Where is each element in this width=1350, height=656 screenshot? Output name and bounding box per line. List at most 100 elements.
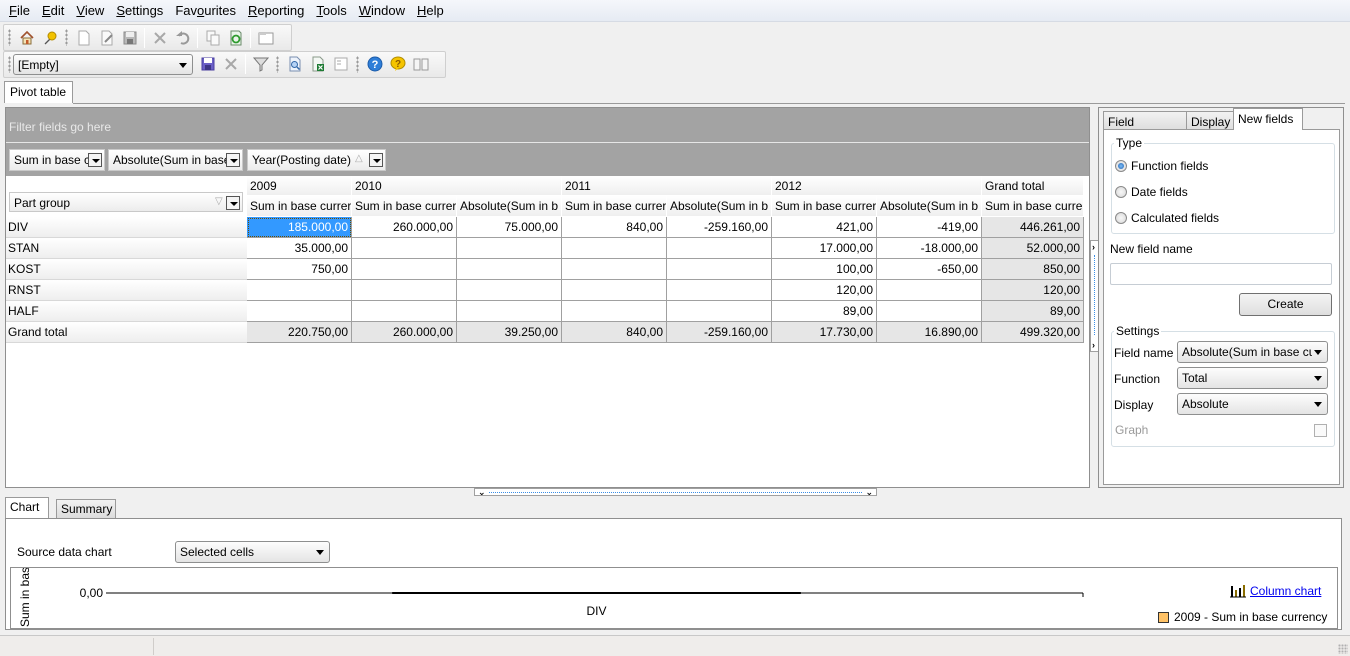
pivot-cell[interactable] [352, 238, 457, 259]
pivot-cell[interactable]: 260.000,00 [352, 322, 457, 343]
layout-select[interactable]: [Empty] [13, 54, 193, 75]
dropdown-icon[interactable] [226, 196, 240, 210]
pivot-cell[interactable] [352, 301, 457, 322]
pivot-cell[interactable]: 840,00 [562, 322, 667, 343]
pivot-cell[interactable] [667, 238, 772, 259]
radio-button[interactable] [1115, 212, 1127, 224]
menu-help[interactable]: Help [411, 3, 450, 18]
column-header-measure[interactable]: Sum in base currer [352, 196, 457, 217]
column-header-measure[interactable]: Absolute(Sum in b [877, 196, 982, 217]
toolbar-grip[interactable] [356, 55, 359, 73]
toolbar-grip[interactable] [65, 29, 68, 46]
preview-button[interactable] [283, 53, 306, 75]
column-header-measure[interactable]: Sum in base currer [562, 196, 667, 217]
horizontal-splitter[interactable]: ⌄ ⌄ [474, 488, 877, 497]
dropdown-icon[interactable] [88, 153, 102, 167]
field-name-select[interactable]: Absolute(Sum in base cu [1177, 341, 1328, 363]
pivot-cell[interactable] [562, 259, 667, 280]
column-header-year[interactable]: 2009 [247, 176, 352, 196]
new-button[interactable] [72, 27, 95, 49]
pivot-cell[interactable]: 89,00 [772, 301, 877, 322]
resize-grip-icon[interactable] [1338, 644, 1348, 654]
row-header[interactable]: RNST [6, 280, 247, 301]
pivot-cell[interactable]: 120,00 [982, 280, 1084, 301]
radio-date-fields[interactable]: Date fields [1115, 185, 1188, 199]
pivot-cell[interactable]: 75.000,00 [457, 217, 562, 238]
pivot-cell[interactable]: 52.000,00 [982, 238, 1084, 259]
dropdown-icon[interactable] [369, 153, 383, 167]
pivot-cell[interactable] [562, 238, 667, 259]
radio-button[interactable] [1115, 160, 1127, 172]
pivot-cell[interactable]: 100,00 [772, 259, 877, 280]
pivot-cell[interactable]: 220.750,00 [247, 322, 352, 343]
pivot-cell[interactable]: -259.160,00 [667, 217, 772, 238]
pivot-cell[interactable]: 421,00 [772, 217, 877, 238]
tab-chart[interactable]: Chart [5, 497, 49, 519]
toolbar-grip[interactable] [8, 29, 11, 46]
pivot-cell[interactable]: -419,00 [877, 217, 982, 238]
pivot-cell[interactable] [247, 301, 352, 322]
pivot-cell[interactable]: 499.320,00 [982, 322, 1084, 343]
pivot-cell[interactable] [877, 280, 982, 301]
pivot-cell[interactable]: 35.000,00 [247, 238, 352, 259]
menu-tools[interactable]: Tools [310, 3, 352, 18]
pivot-cell[interactable] [457, 238, 562, 259]
pivot-cell[interactable]: 17.730,00 [772, 322, 877, 343]
home-button[interactable] [15, 27, 38, 49]
pivot-cell[interactable]: -18.000,00 [877, 238, 982, 259]
column-header-year[interactable]: 2012 [772, 176, 982, 196]
hint-button[interactable]: ? [386, 53, 409, 75]
window-button[interactable] [254, 27, 277, 49]
create-button[interactable]: Create [1239, 293, 1332, 316]
column-header-year[interactable]: Grand total [982, 176, 1084, 196]
pivot-cell[interactable] [247, 280, 352, 301]
pivot-cell[interactable] [457, 280, 562, 301]
layout-button[interactable] [329, 53, 352, 75]
new-field-name-input[interactable] [1110, 263, 1332, 285]
radio-function-fields[interactable]: Function fields [1115, 159, 1208, 173]
radio-calculated-fields[interactable]: Calculated fields [1115, 211, 1219, 225]
graph-checkbox[interactable] [1314, 424, 1327, 437]
chart-bar[interactable] [392, 592, 801, 594]
column-header-measure[interactable]: Absolute(Sum in b [457, 196, 562, 217]
pivot-cell[interactable] [457, 301, 562, 322]
row-header[interactable]: HALF [6, 301, 247, 322]
filter-button[interactable] [249, 53, 272, 75]
edit-button[interactable] [95, 27, 118, 49]
pivot-cell[interactable]: 260.000,00 [352, 217, 457, 238]
row-field-part-group[interactable]: Part group ▽ [9, 192, 243, 212]
pivot-cell[interactable]: 185.000,00 [247, 217, 352, 238]
pivot-cell[interactable]: 17.000,00 [772, 238, 877, 259]
pivot-cell[interactable] [877, 301, 982, 322]
data-field-sum[interactable]: Sum in base c [9, 149, 105, 171]
data-field-absolute[interactable]: Absolute(Sum in base [108, 149, 243, 171]
filter-drop-area[interactable]: Filter fields go here [9, 120, 111, 134]
sort-ascending-icon[interactable]: △ [355, 153, 363, 164]
column-header-measure[interactable]: Absolute(Sum in b [667, 196, 772, 217]
pivot-cell[interactable]: -650,00 [877, 259, 982, 280]
menu-settings[interactable]: Settings [110, 3, 169, 18]
dropdown-icon[interactable] [226, 153, 240, 167]
toolbar-grip[interactable] [276, 55, 279, 73]
row-header[interactable]: KOST [6, 259, 247, 280]
column-header-measure[interactable]: Sum in base currer [982, 196, 1084, 217]
excel-export-button[interactable] [306, 53, 329, 75]
pivot-cell[interactable]: 39.250,00 [457, 322, 562, 343]
refresh-button[interactable] [224, 27, 247, 49]
toolbar-grip[interactable] [8, 56, 11, 73]
help-button[interactable]: ? [363, 53, 386, 75]
tab-summary[interactable]: Summary [56, 499, 116, 519]
menu-favourites[interactable]: Favourites [169, 3, 242, 18]
column-header-measure[interactable]: Sum in base currer [247, 196, 352, 217]
column-header-year[interactable]: 2010 [352, 176, 562, 196]
menu-window[interactable]: Window [353, 3, 411, 18]
pivot-cell[interactable] [352, 259, 457, 280]
row-header[interactable]: STAN [6, 238, 247, 259]
pivot-cell[interactable]: -259.160,00 [667, 322, 772, 343]
pivot-cell[interactable] [457, 259, 562, 280]
pivot-cell[interactable]: 446.261,00 [982, 217, 1084, 238]
menu-view[interactable]: View [70, 3, 110, 18]
pivot-cell[interactable]: 750,00 [247, 259, 352, 280]
pivot-cell[interactable] [667, 259, 772, 280]
pivot-cell[interactable] [352, 280, 457, 301]
